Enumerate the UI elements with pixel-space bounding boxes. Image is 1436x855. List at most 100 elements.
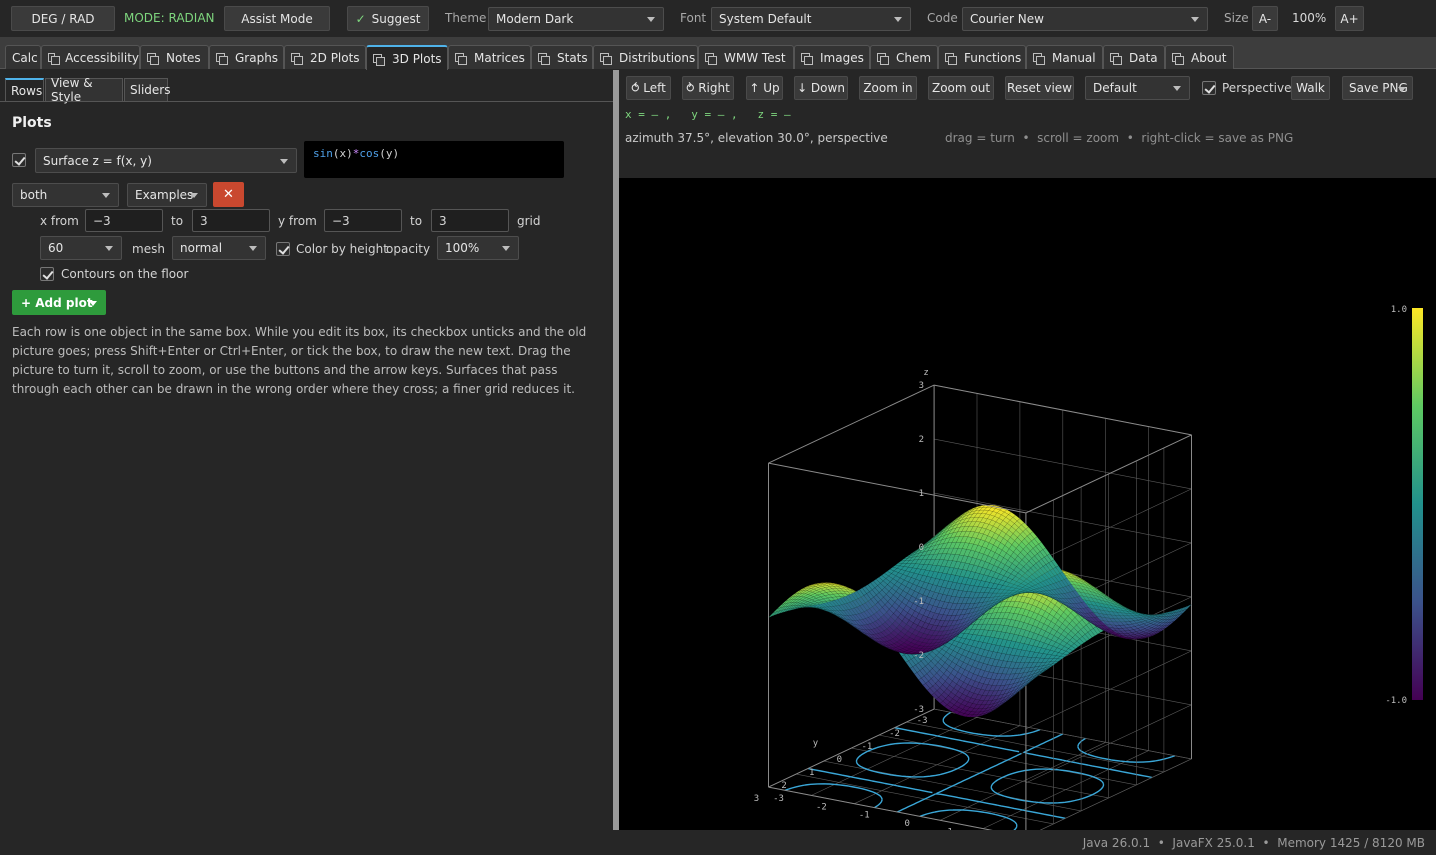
tab-notes[interactable]: Notes xyxy=(140,45,209,69)
code-font-value: Courier New xyxy=(970,12,1044,26)
opacity-select[interactable]: 100% xyxy=(437,236,519,260)
contours-checkbox[interactable] xyxy=(40,267,54,281)
tab-about[interactable]: About xyxy=(1165,45,1234,69)
rotate-right-button[interactable]: ⥁ Right xyxy=(682,76,734,100)
tab-label: 2D Plots xyxy=(310,50,360,65)
tab-icon xyxy=(291,53,303,65)
chevron-down-icon xyxy=(1191,17,1199,22)
tab-images[interactable]: Images xyxy=(794,45,870,69)
expr-token: (x) xyxy=(332,147,353,160)
delete-plot-button[interactable]: ✕ xyxy=(213,182,244,207)
z-tick-label: -2 xyxy=(913,651,924,661)
z-tick-label: 3 xyxy=(919,381,924,391)
tab-3d-plots[interactable]: 3D Plots xyxy=(366,45,448,70)
size-increase-button[interactable]: A+ xyxy=(1335,6,1364,31)
tab-distributions[interactable]: Distributions xyxy=(593,45,698,69)
tab-2d-plots[interactable]: 2D Plots xyxy=(284,45,366,69)
render-mode-value: both xyxy=(20,188,48,202)
plot-type-value: Surface z = f(x, y) xyxy=(43,153,152,168)
reset-view-button[interactable]: Reset view xyxy=(1005,76,1074,100)
font-select[interactable]: System Default xyxy=(711,7,911,31)
surface-plot-canvas[interactable]: -3-2-10123-3-2-101233210-1-2-3xyz 1.0 -1… xyxy=(619,178,1436,830)
colorbar-min-label: -1.0 xyxy=(1385,696,1407,706)
floor-grid-line xyxy=(982,750,1149,829)
x-from-input[interactable]: −3 xyxy=(85,209,163,232)
mesh-select[interactable]: normal xyxy=(172,236,266,260)
colorbar-max-label: 1.0 xyxy=(1391,305,1407,315)
tilt-up-button[interactable]: ↑ Up xyxy=(746,76,783,100)
plot-type-select[interactable]: Surface z = f(x, y) xyxy=(35,148,297,173)
grid-select[interactable]: 60 xyxy=(40,236,122,260)
tab-icon xyxy=(1110,53,1122,65)
view-preset-value: Default xyxy=(1093,81,1137,95)
tab-matrices[interactable]: Matrices xyxy=(448,45,531,69)
z-tick-label: 2 xyxy=(919,435,924,445)
y-tick-label: -2 xyxy=(889,729,900,739)
walk-button[interactable]: Walk xyxy=(1291,76,1330,100)
perspective-label: Perspective xyxy=(1222,81,1292,95)
zoom-out-button[interactable]: Zoom out xyxy=(928,76,994,100)
size-label: Size xyxy=(1224,11,1249,25)
tab-label: About xyxy=(1191,50,1227,65)
subtab-rows[interactable]: Rows xyxy=(5,78,44,101)
chevron-down-icon xyxy=(647,17,655,22)
tab-manual[interactable]: Manual xyxy=(1026,45,1103,69)
tab-icon xyxy=(216,53,228,65)
mesh-value: normal xyxy=(180,241,223,255)
box-edge xyxy=(768,462,1026,514)
tab-label: Chem xyxy=(896,50,932,65)
font-value: System Default xyxy=(719,12,812,26)
deg-rad-button[interactable]: DEG / RAD xyxy=(11,6,115,31)
assist-mode-button[interactable]: Assist Mode xyxy=(224,6,330,31)
status-bar: Java 26.0.1 • JavaFX 25.0.1 • Memory 142… xyxy=(0,830,1436,855)
tab-accessibility[interactable]: Accessibility xyxy=(41,45,140,69)
suggest-toggle[interactable]: ✓ Suggest xyxy=(347,6,429,31)
tab-data[interactable]: Data xyxy=(1103,45,1165,69)
chevron-down-icon xyxy=(894,17,902,22)
opacity-label: opacity xyxy=(386,242,431,256)
box-edge xyxy=(768,708,935,788)
view-preset-select[interactable]: Default xyxy=(1085,76,1190,100)
y-from-input[interactable]: −3 xyxy=(324,209,402,232)
main-tab-strip: Calc Accessibility Notes Graphs 2D Plots… xyxy=(0,37,1436,70)
chevron-down-icon xyxy=(190,193,198,198)
render-mode-select[interactable]: both xyxy=(12,183,119,207)
x-tick-label: 0 xyxy=(904,819,909,829)
x-to-input[interactable]: 3 xyxy=(192,209,270,232)
size-decrease-button[interactable]: A- xyxy=(1252,6,1278,31)
perspective-checkbox[interactable] xyxy=(1202,81,1216,95)
suggest-label: Suggest xyxy=(371,11,421,26)
runtime-info: Java 26.0.1 • JavaFX 25.0.1 • Memory 142… xyxy=(1082,836,1425,850)
examples-menu[interactable]: Examples xyxy=(127,183,207,207)
theme-select[interactable]: Modern Dark xyxy=(488,7,664,31)
tab-label: Accessibility xyxy=(65,50,139,65)
tab-chem[interactable]: Chem xyxy=(870,45,938,69)
tab-wmw-test[interactable]: WMW Test xyxy=(698,45,794,69)
tab-icon xyxy=(600,53,612,65)
tab-functions[interactable]: Functions xyxy=(938,45,1026,69)
chevron-down-icon xyxy=(1398,87,1406,92)
box-edge xyxy=(768,384,935,464)
zoom-in-button[interactable]: Zoom in xyxy=(859,76,917,100)
add-plot-button[interactable]: + Add plot xyxy=(12,290,106,315)
tab-stats[interactable]: Stats xyxy=(531,45,593,69)
expression-editor[interactable]: sin(x)*cos(y) xyxy=(304,141,564,178)
tab-graphs[interactable]: Graphs xyxy=(209,45,284,69)
chevron-down-icon xyxy=(89,301,97,306)
add-plot-label: + Add plot xyxy=(21,295,93,310)
subtab-view-style[interactable]: View & Style xyxy=(45,76,123,104)
save-png-button[interactable]: Save PNG xyxy=(1342,76,1413,100)
color-by-height-checkbox[interactable] xyxy=(276,242,290,256)
tilt-down-button[interactable]: ↓ Down xyxy=(794,76,848,100)
plot-enabled-checkbox[interactable] xyxy=(12,153,26,167)
interaction-hints: drag = turn • scroll = zoom • right-clic… xyxy=(945,131,1294,145)
help-text: Each row is one object in the same box. … xyxy=(12,325,587,396)
tab-icon xyxy=(373,54,385,66)
code-font-select[interactable]: Courier New xyxy=(962,7,1208,31)
tab-calc[interactable]: Calc xyxy=(5,45,41,69)
tab-icon xyxy=(538,53,550,65)
top-toolbar: DEG / RAD MODE: RADIAN Assist Mode ✓ Sug… xyxy=(0,0,1436,37)
y-to-input[interactable]: 3 xyxy=(431,209,509,232)
subtab-sliders[interactable]: Sliders xyxy=(124,78,170,101)
rotate-left-button[interactable]: ⥀ Left xyxy=(626,76,671,100)
